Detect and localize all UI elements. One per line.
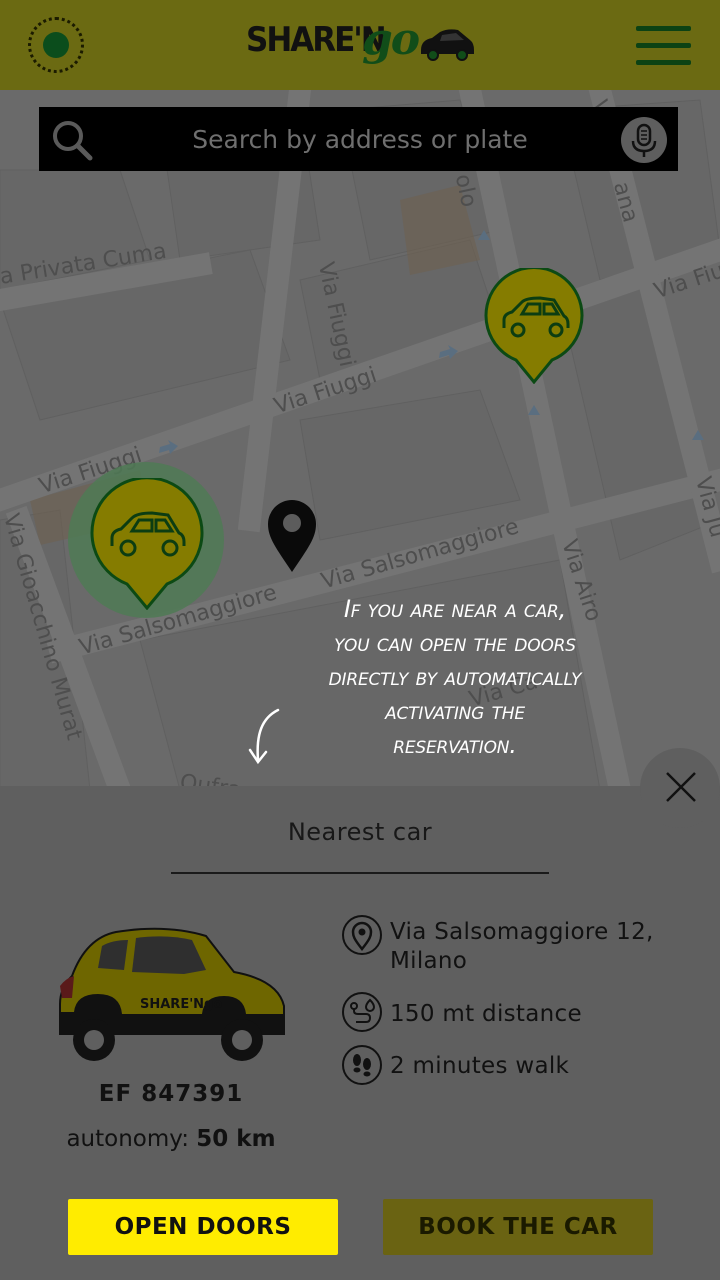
tooltip-line: activating the (385, 697, 525, 725)
walk-time: 2 minutes walk (390, 1053, 570, 1079)
sharengo-logo: SHARE'N go (246, 14, 476, 72)
selected-car-marker-icon[interactable] (90, 478, 204, 610)
car-logo-text: SHARE'Ngo (140, 997, 222, 1012)
logo-text-go: go (362, 14, 420, 65)
status-indicator-icon[interactable] (28, 17, 84, 73)
tooltip-line: reservation. (393, 731, 517, 759)
close-icon[interactable] (640, 748, 720, 828)
car-image: SHARE'Ngo (59, 927, 285, 1061)
divider (171, 872, 549, 874)
search-input[interactable] (100, 108, 620, 170)
footsteps-icon (342, 1045, 382, 1085)
car-distance: 150 mt distance (390, 1001, 582, 1027)
route-distance-icon (342, 992, 382, 1032)
car-plate: EF 847391 (98, 1081, 244, 1107)
tooltip-line: directly by automatically (328, 663, 582, 691)
logo-car-icon (421, 29, 474, 61)
close-button[interactable] (640, 748, 720, 828)
onboarding-tooltip: If you are near a car, you can open the … (270, 592, 640, 762)
car-marker-icon[interactable] (484, 268, 584, 384)
car-autonomy: autonomy: 50 km (40, 1126, 302, 1152)
search-icon[interactable] (50, 118, 94, 162)
tooltip-line: If you are near a car, (343, 595, 567, 623)
location-pin-icon (268, 500, 316, 572)
address-pin-icon (342, 915, 382, 955)
autonomy-value: 50 km (196, 1126, 276, 1152)
autonomy-label: autonomy: (66, 1126, 189, 1152)
book-car-button[interactable]: BOOK THE CAR (383, 1199, 653, 1255)
car-address: Via Salsomaggiore 12, Milano (390, 919, 654, 974)
tooltip-line: you can open the doors (334, 629, 576, 657)
sheet-title: Nearest car (287, 818, 433, 846)
microphone-icon[interactable] (621, 117, 667, 163)
hamburger-menu-icon[interactable] (636, 26, 692, 66)
open-doors-button[interactable]: OPEN DOORS (68, 1199, 338, 1255)
